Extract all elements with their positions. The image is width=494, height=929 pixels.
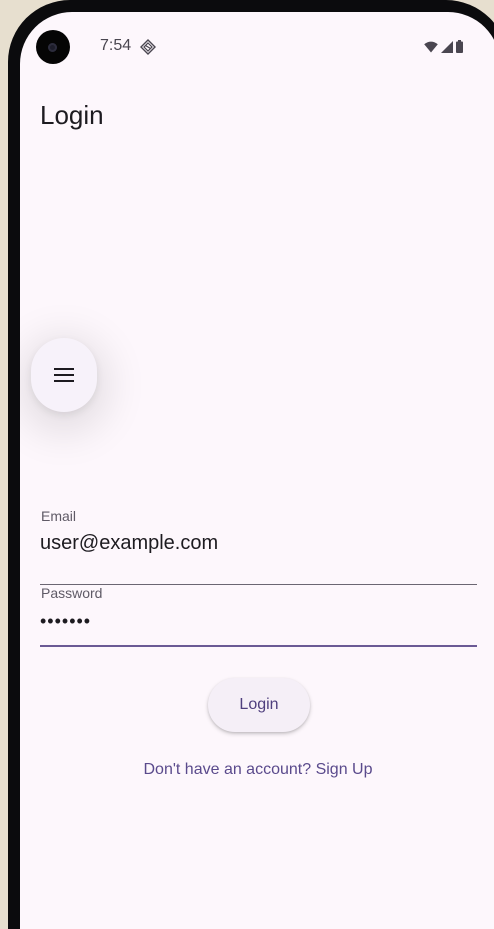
password-input[interactable] — [40, 611, 460, 632]
sync-icon — [140, 39, 156, 55]
email-field[interactable]: Email — [40, 506, 477, 585]
wifi-icon — [424, 41, 438, 52]
menu-icon — [54, 368, 74, 382]
login-button[interactable]: Login — [208, 678, 310, 732]
status-icons — [424, 40, 463, 53]
front-camera — [36, 30, 70, 64]
battery-icon — [456, 40, 463, 53]
signal-icon — [441, 40, 453, 53]
camera-lens — [48, 43, 57, 52]
password-field[interactable]: Password — [40, 585, 477, 647]
email-label: Email — [41, 508, 77, 524]
status-time: 7:54 — [100, 37, 132, 54]
device: 7:54 Login Email user@example.com Passwo… — [0, 0, 494, 929]
menu-button[interactable] — [31, 338, 97, 412]
page-title: Login — [40, 100, 104, 130]
signup-link[interactable]: Don't have an account? Sign Up — [20, 761, 494, 779]
phone-screen: 7:54 Login Email user@example.com Passwo… — [20, 12, 494, 929]
password-label: Password — [41, 585, 103, 601]
email-input[interactable] — [40, 532, 460, 555]
